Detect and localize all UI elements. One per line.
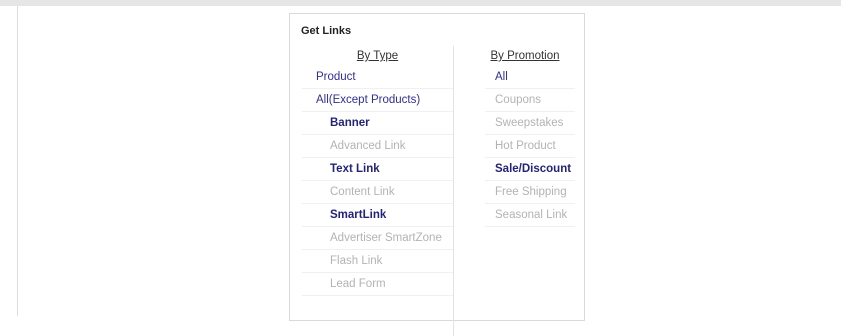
by-type-link-lead-form: Lead Form	[330, 278, 386, 290]
by-promotion-link-sale-discount[interactable]: Sale/Discount	[495, 163, 571, 175]
by-type-item: Content Link	[302, 181, 453, 204]
by-promotion-header[interactable]: By Promotion	[485, 46, 565, 66]
by-type-item: Flash Link	[302, 250, 453, 273]
by-type-link-advanced-link: Advanced Link	[330, 140, 406, 152]
by-promotion-item: Coupons	[485, 89, 575, 112]
by-type-header[interactable]: By Type	[302, 46, 453, 66]
by-type-link-advertiser-smartzone: Advertiser SmartZone	[330, 232, 442, 244]
by-type-link-product[interactable]: Product	[316, 71, 356, 83]
by-promotion-link-free-shipping: Free Shipping	[495, 186, 567, 198]
by-promotion-link-coupons: Coupons	[495, 94, 542, 106]
by-type-item: Product	[302, 66, 453, 89]
by-promotion-list: All Coupons Sweepstakes Hot Product Sale…	[485, 66, 585, 227]
by-promotion-item: Sale/Discount	[485, 158, 575, 181]
by-promotion-item: Seasonal Link	[485, 204, 575, 227]
by-type-link-flash-link: Flash Link	[330, 255, 383, 267]
by-type-link-smartlink[interactable]: SmartLink	[330, 209, 386, 221]
panel-title: Get Links	[301, 25, 352, 37]
by-type-column: By Type Product All(Except Products) Ban…	[302, 46, 454, 336]
by-promotion-link-all[interactable]: All	[495, 71, 508, 83]
by-type-link-all-except-products[interactable]: All(Except Products)	[316, 94, 420, 106]
by-type-item: SmartLink	[302, 204, 453, 227]
by-type-item: Lead Form	[302, 273, 453, 296]
by-type-link-banner[interactable]: Banner	[330, 117, 370, 129]
by-type-item: Text Link	[302, 158, 453, 181]
by-promotion-item: All	[485, 66, 575, 89]
by-type-list: Product All(Except Products) Banner Adva…	[302, 66, 453, 296]
by-type-item: Advertiser SmartZone	[302, 227, 453, 250]
by-promotion-column: By Promotion All Coupons Sweepstakes Hot…	[485, 46, 585, 227]
by-type-link-content-link: Content Link	[330, 186, 395, 198]
by-promotion-item: Sweepstakes	[485, 112, 575, 135]
by-promotion-link-seasonal-link: Seasonal Link	[495, 209, 568, 221]
by-promotion-link-sweepstakes: Sweepstakes	[495, 117, 564, 129]
get-links-panel: Get Links By Type Product All(Except Pro…	[289, 13, 585, 336]
by-type-item: Banner	[302, 112, 453, 135]
by-promotion-item: Free Shipping	[485, 181, 575, 204]
by-type-item: All(Except Products)	[302, 89, 453, 112]
by-promotion-link-hot-product: Hot Product	[495, 140, 556, 152]
by-type-item: Advanced Link	[302, 135, 453, 158]
by-promotion-item: Hot Product	[485, 135, 575, 158]
by-type-link-text-link[interactable]: Text Link	[330, 163, 380, 175]
